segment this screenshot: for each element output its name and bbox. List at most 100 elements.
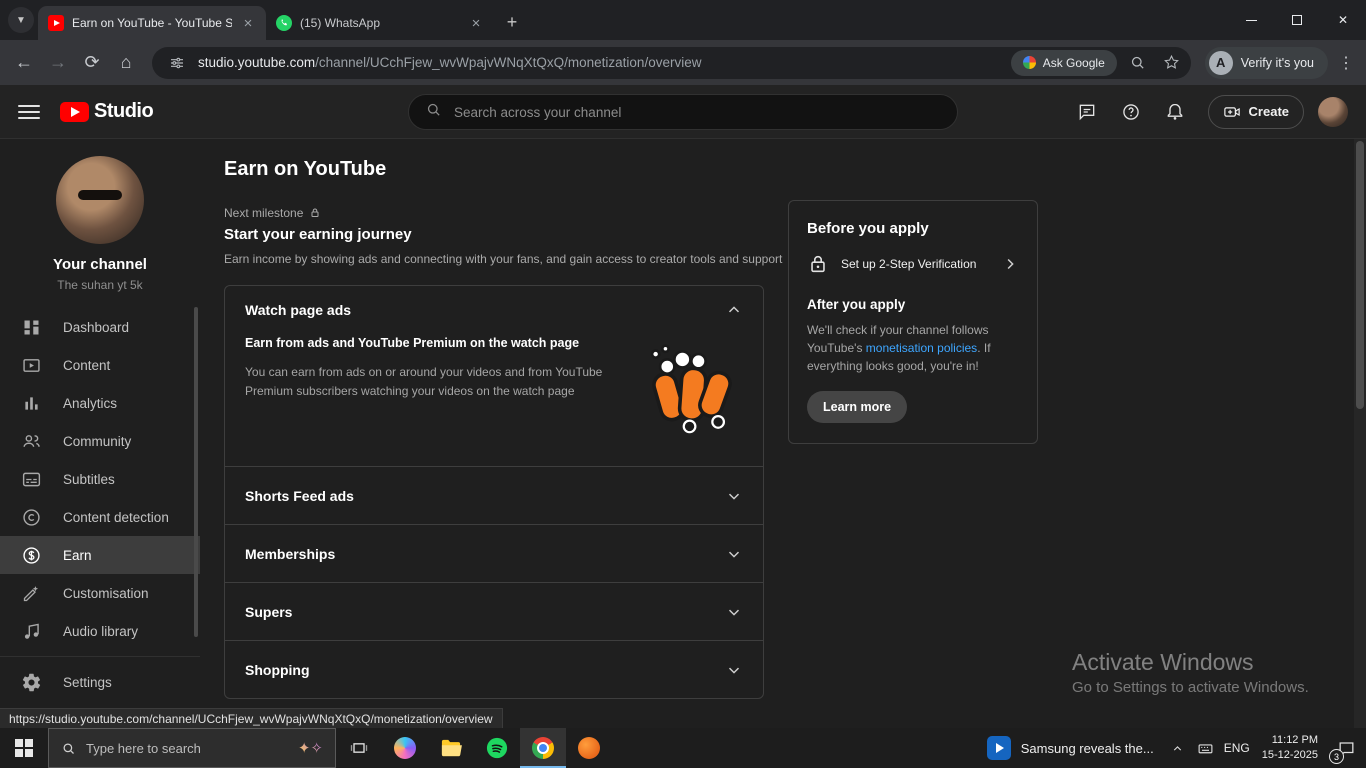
two-step-verification-row[interactable]: Set up 2-Step Verification: [807, 253, 1019, 275]
taskbar-search-box[interactable]: ✦✧: [48, 728, 336, 768]
sidebar-nav: Dashboard Content Analytics Community Su…: [0, 308, 200, 739]
task-view-button[interactable]: [336, 728, 382, 768]
studio-search-box[interactable]: [408, 94, 958, 130]
community-icon: [23, 434, 40, 447]
studio-logo[interactable]: Studio: [60, 100, 154, 123]
studio-sidebar: Your channel The suhan yt 5k Dashboard C…: [0, 139, 200, 729]
copilot-button[interactable]: [382, 728, 428, 768]
clock-time: 11:12 PM: [1271, 734, 1318, 747]
create-button[interactable]: Create: [1207, 94, 1304, 129]
account-avatar[interactable]: [1318, 96, 1348, 127]
earn-icon: [23, 546, 40, 564]
sidebar-item-analytics[interactable]: Analytics: [0, 384, 200, 422]
sidebar-item-settings[interactable]: Settings: [0, 663, 200, 701]
search-icon[interactable]: [1125, 50, 1151, 76]
touch-keyboard-icon[interactable]: [1192, 728, 1220, 768]
bookmark-star-icon[interactable]: [1159, 50, 1185, 76]
studio-header: Studio Create: [0, 85, 1366, 139]
url-path: /channel/UCchFjew_wvWpajvWNqXtQxQ/moneti…: [315, 55, 702, 70]
sidebar-item-earn[interactable]: Earn: [0, 536, 200, 574]
tab-close-icon[interactable]: ×: [240, 15, 256, 32]
learn-more-button[interactable]: Learn more: [807, 391, 908, 423]
sidebar-scrollbar[interactable]: [194, 307, 198, 637]
copilot-icon: [394, 737, 416, 759]
sidebar-item-audio-library[interactable]: Audio library: [0, 612, 200, 650]
sidebar-item-subtitles[interactable]: Subtitles: [0, 460, 200, 498]
feedback-icon[interactable]: [1068, 93, 1106, 131]
file-explorer-icon: [441, 739, 462, 757]
sidebar-item-customisation[interactable]: Customisation: [0, 574, 200, 612]
address-bar[interactable]: studio.youtube.com/channel/UCchFjew_wvWp…: [152, 46, 1191, 79]
after-you-apply-title: After you apply: [807, 297, 906, 312]
taskbar-search-input[interactable]: [86, 740, 288, 756]
monetisation-policies-link[interactable]: monetisation policies: [866, 341, 977, 355]
url-host: studio.youtube.com: [198, 55, 316, 70]
subtitles-icon: [22, 472, 41, 486]
page-scrollbar[interactable]: [1354, 139, 1366, 728]
chrome-button[interactable]: [520, 728, 566, 768]
back-icon[interactable]: ←: [8, 47, 40, 79]
earn-main: Earn on YouTube Next milestone Start you…: [224, 139, 782, 724]
audio-library-icon: [24, 623, 39, 639]
notification-center-button[interactable]: 3: [1326, 728, 1366, 768]
accordion-header-shorts-feed-ads[interactable]: Shorts Feed ads: [225, 467, 763, 524]
news-widget[interactable]: Samsung reveals the...: [977, 728, 1164, 768]
file-explorer-button[interactable]: [428, 728, 474, 768]
clock[interactable]: 11:12 PM 15-12-2025: [1254, 733, 1326, 763]
lock-icon: [811, 255, 825, 273]
browser-menu-icon[interactable]: ⋮: [1334, 47, 1358, 79]
accordion-header-watch-page-ads[interactable]: Watch page ads: [225, 286, 763, 334]
youtube-favicon: [48, 15, 64, 31]
url-text[interactable]: studio.youtube.com/channel/UCchFjew_wvWp…: [198, 55, 1003, 70]
clock-date: 15-12-2025: [1261, 749, 1318, 761]
analytics-icon: [25, 396, 38, 410]
notifications-bell-icon[interactable]: [1156, 93, 1194, 131]
language-indicator[interactable]: ENG: [1220, 741, 1254, 755]
spotify-button[interactable]: [474, 728, 520, 768]
tab-search-button[interactable]: ▼: [8, 7, 34, 33]
content-icon: [23, 358, 40, 372]
browser-tab-whatsapp[interactable]: (15) WhatsApp ×: [266, 6, 494, 40]
earning-options-accordion: Watch page ads Earn from ads and YouTube…: [224, 285, 764, 699]
tray-expand-icon[interactable]: [1164, 728, 1192, 768]
sidebar-item-dashboard[interactable]: Dashboard: [0, 308, 200, 346]
new-tab-button[interactable]: +: [498, 8, 526, 36]
tab-close-icon[interactable]: ×: [468, 15, 484, 32]
start-button[interactable]: [0, 728, 48, 768]
panel-body: You can earn from ads on or around your …: [245, 365, 603, 398]
forward-icon[interactable]: →: [42, 47, 74, 79]
window-restore-button[interactable]: [1274, 0, 1320, 40]
page-title: Earn on YouTube: [224, 158, 387, 180]
help-icon[interactable]: [1112, 93, 1150, 131]
windows-logo-icon: [15, 739, 33, 757]
after-you-apply-body: We'll check if your channel follows YouT…: [807, 323, 991, 373]
window-close-button[interactable]: ✕: [1320, 0, 1366, 40]
accordion-header-shopping[interactable]: Shopping: [225, 641, 763, 698]
studio-search-input[interactable]: [454, 104, 941, 120]
accordion-header-supers[interactable]: Supers: [225, 583, 763, 640]
browser-tab-active[interactable]: Earn on YouTube - YouTube Stu ×: [38, 6, 266, 40]
sidebar-item-content-detection[interactable]: Content detection: [0, 498, 200, 536]
windows-taskbar: ✦✧ Samsung reveals the... ENG 11:: [0, 728, 1366, 768]
reload-icon[interactable]: ⟳: [76, 47, 108, 79]
scrollbar-thumb[interactable]: [1356, 141, 1364, 409]
activate-windows-watermark: Activate Windows Go to Settings to activ…: [1072, 649, 1309, 696]
accordion-header-memberships[interactable]: Memberships: [225, 525, 763, 582]
fl-studio-button[interactable]: [566, 728, 612, 768]
sidebar-item-content[interactable]: Content: [0, 346, 200, 384]
notification-count-badge: 3: [1329, 749, 1344, 764]
chevron-down-icon: [728, 551, 740, 558]
sidebar-item-community[interactable]: Community: [0, 422, 200, 460]
channel-avatar[interactable]: [56, 156, 144, 244]
google-icon: [1022, 56, 1036, 69]
home-icon[interactable]: ⌂: [110, 47, 142, 79]
status-bar-link: https://studio.youtube.com/channel/UCchF…: [0, 708, 503, 728]
site-info-icon[interactable]: [164, 50, 190, 76]
ask-google-button[interactable]: Ask Google: [1010, 49, 1117, 76]
spotify-icon: [486, 737, 508, 759]
window-minimize-button[interactable]: [1228, 0, 1274, 40]
content-detection-icon: [23, 508, 40, 526]
verify-its-you-button[interactable]: A Verify it's you: [1204, 46, 1328, 79]
tab-title: (15) WhatsApp: [300, 16, 381, 30]
menu-hamburger-icon[interactable]: [18, 104, 40, 119]
